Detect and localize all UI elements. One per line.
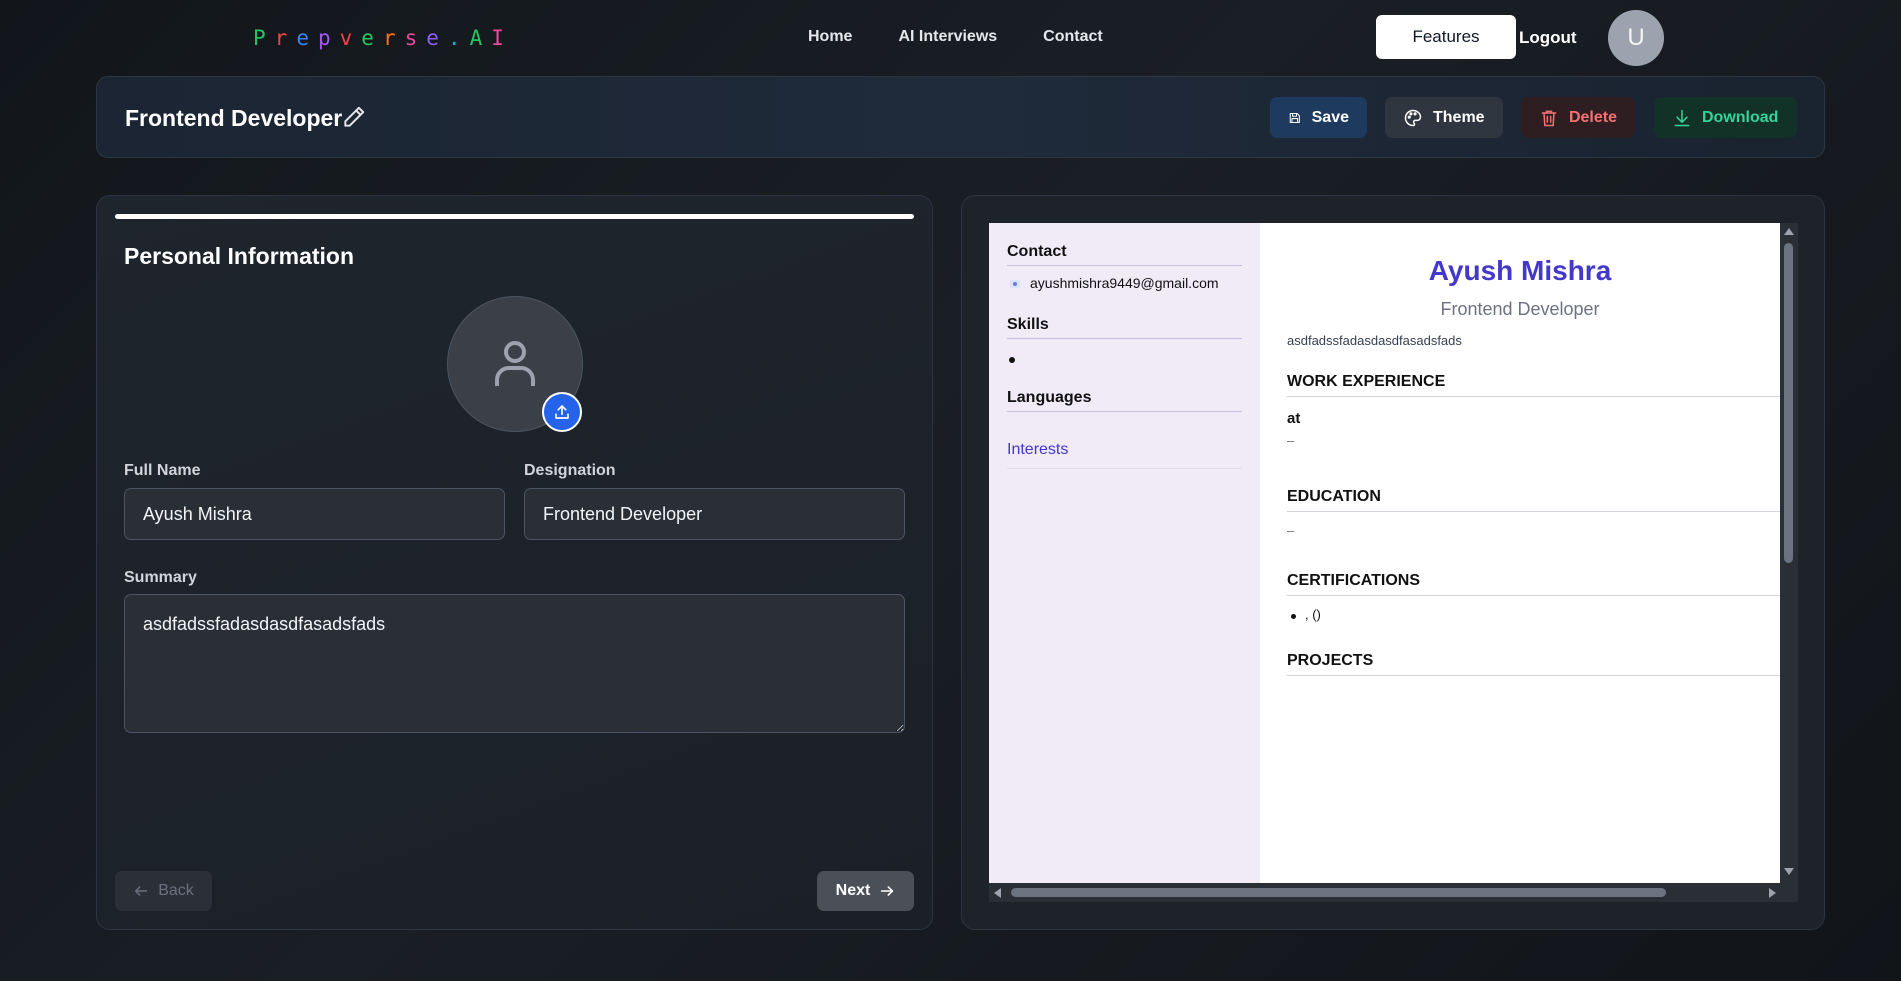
- save-label: Save: [1311, 108, 1349, 126]
- designation-label: Designation: [524, 462, 616, 479]
- work-divider: [1287, 396, 1780, 397]
- certifications-divider: [1287, 595, 1780, 596]
- projects-divider: [1287, 675, 1780, 676]
- vertical-scroll-thumb[interactable]: [1784, 243, 1793, 563]
- theme-button[interactable]: Theme: [1385, 97, 1503, 138]
- logo-letter: v: [339, 26, 362, 50]
- logo-letter: P: [253, 26, 275, 50]
- education-heading: EDUCATION: [1287, 488, 1381, 505]
- resume-title: Frontend Developer: [125, 105, 343, 131]
- nav-link-ai-interviews[interactable]: AI Interviews: [898, 28, 997, 46]
- skills-bullet: [1009, 357, 1015, 363]
- scroll-up-arrow[interactable]: [1784, 228, 1794, 235]
- languages-heading: Languages: [1007, 389, 1092, 406]
- work-dates: –: [1287, 433, 1295, 448]
- nav-links: Home AI Interviews Contact: [808, 28, 1103, 46]
- step-progress-fill: [115, 214, 914, 219]
- arrow-right-icon: [881, 886, 894, 896]
- scroll-down-arrow[interactable]: [1784, 868, 1794, 875]
- logo-letter: r: [382, 26, 405, 50]
- full-name-label: Full Name: [124, 462, 201, 479]
- next-button[interactable]: Next: [817, 871, 914, 911]
- upload-photo-button[interactable]: [542, 392, 582, 432]
- save-button[interactable]: Save: [1270, 97, 1367, 138]
- next-label: Next: [835, 882, 871, 899]
- scroll-left-arrow[interactable]: [994, 888, 1001, 898]
- back-label: Back: [158, 882, 194, 899]
- download-button[interactable]: Download: [1654, 97, 1797, 138]
- logo-letter: e: [361, 26, 383, 50]
- resume-form-panel: Personal Information Full Name Designati…: [96, 195, 933, 930]
- horizontal-scrollbar[interactable]: [989, 883, 1798, 902]
- delete-button[interactable]: Delete: [1521, 97, 1635, 138]
- certification-bullet: [1291, 614, 1296, 619]
- logo-letter: p: [317, 26, 340, 50]
- arrow-left-icon: [135, 886, 148, 896]
- logo-letter: .: [447, 26, 470, 50]
- theme-label: Theme: [1433, 108, 1485, 126]
- contact-email: ayushmishra9449@gmail.com: [1030, 275, 1219, 291]
- education-dates: –: [1287, 523, 1295, 538]
- top-navbar: Prepverse.AI Home AI Interviews Contact …: [0, 0, 1901, 74]
- logo-letter: e: [426, 26, 448, 50]
- work-experience-heading: WORK EXPERIENCE: [1287, 373, 1446, 390]
- section-title: Personal Information: [124, 243, 355, 269]
- back-button[interactable]: Back: [115, 871, 212, 911]
- logo-letter: e: [296, 26, 318, 50]
- resume-page: Contact ayushmishra9449@gmail.com Skills…: [989, 223, 1780, 883]
- resume-main-column: Ayush Mishra Frontend Developer asdfadss…: [1260, 223, 1780, 883]
- nav-link-home[interactable]: Home: [808, 28, 852, 46]
- download-label: Download: [1702, 108, 1779, 126]
- summary-label: Summary: [124, 569, 197, 586]
- user-icon: [495, 341, 535, 386]
- contact-heading: Contact: [1007, 243, 1067, 260]
- logo-letter: s: [404, 26, 427, 50]
- nav-link-contact[interactable]: Contact: [1043, 28, 1103, 46]
- resume-title-bar: Frontend Developer Save Theme Delete Dow…: [96, 76, 1825, 158]
- education-divider: [1287, 511, 1780, 512]
- certification-item: , (): [1305, 607, 1321, 622]
- interests-divider: [1007, 468, 1242, 469]
- designation-input[interactable]: [524, 488, 905, 540]
- floppy-disk-icon: [1289, 112, 1300, 123]
- resume-role: Frontend Developer: [1440, 299, 1600, 319]
- languages-divider: [1007, 411, 1242, 412]
- summary-textarea[interactable]: asdfadssfadasdasdfasadsfads: [124, 594, 905, 733]
- step-progress-bar: [115, 214, 914, 219]
- logo-letter: A: [469, 26, 492, 50]
- resume-summary: asdfadssfadasdasdfasadsfads: [1287, 333, 1462, 348]
- palette-icon: [1404, 109, 1422, 126]
- resume-preview-panel: Contact ayushmishra9449@gmail.com Skills…: [961, 195, 1825, 930]
- trash-icon: [1541, 110, 1557, 126]
- user-avatar[interactable]: U: [1608, 10, 1664, 66]
- full-name-input[interactable]: [124, 488, 505, 540]
- vertical-scrollbar[interactable]: [1780, 223, 1798, 883]
- resume-name: Ayush Mishra: [1428, 255, 1612, 286]
- certifications-heading: CERTIFICATIONS: [1287, 572, 1421, 589]
- logo-letter: I: [491, 26, 513, 50]
- brand-logo[interactable]: Prepverse.AI: [253, 26, 513, 50]
- skills-divider: [1007, 338, 1242, 339]
- horizontal-scroll-thumb[interactable]: [1011, 888, 1666, 897]
- logout-button[interactable]: Logout: [1519, 28, 1577, 48]
- contact-divider: [1007, 265, 1242, 266]
- logo-letter: r: [274, 26, 297, 50]
- work-company: at: [1287, 410, 1301, 427]
- email-icon: [1010, 280, 1020, 288]
- interests-heading: Interests: [1007, 441, 1069, 458]
- delete-label: Delete: [1568, 108, 1617, 126]
- resume-preview-viewport[interactable]: Contact ayushmishra9449@gmail.com Skills…: [989, 223, 1798, 902]
- resume-sidebar: Contact ayushmishra9449@gmail.com Skills…: [989, 223, 1260, 883]
- features-button[interactable]: Features: [1376, 15, 1516, 59]
- scroll-right-arrow[interactable]: [1769, 888, 1776, 898]
- download-icon: [1674, 109, 1690, 126]
- pencil-icon[interactable]: [341, 104, 367, 130]
- projects-heading: PROJECTS: [1287, 652, 1374, 669]
- skills-heading: Skills: [1007, 316, 1049, 333]
- upload-icon: [555, 405, 569, 419]
